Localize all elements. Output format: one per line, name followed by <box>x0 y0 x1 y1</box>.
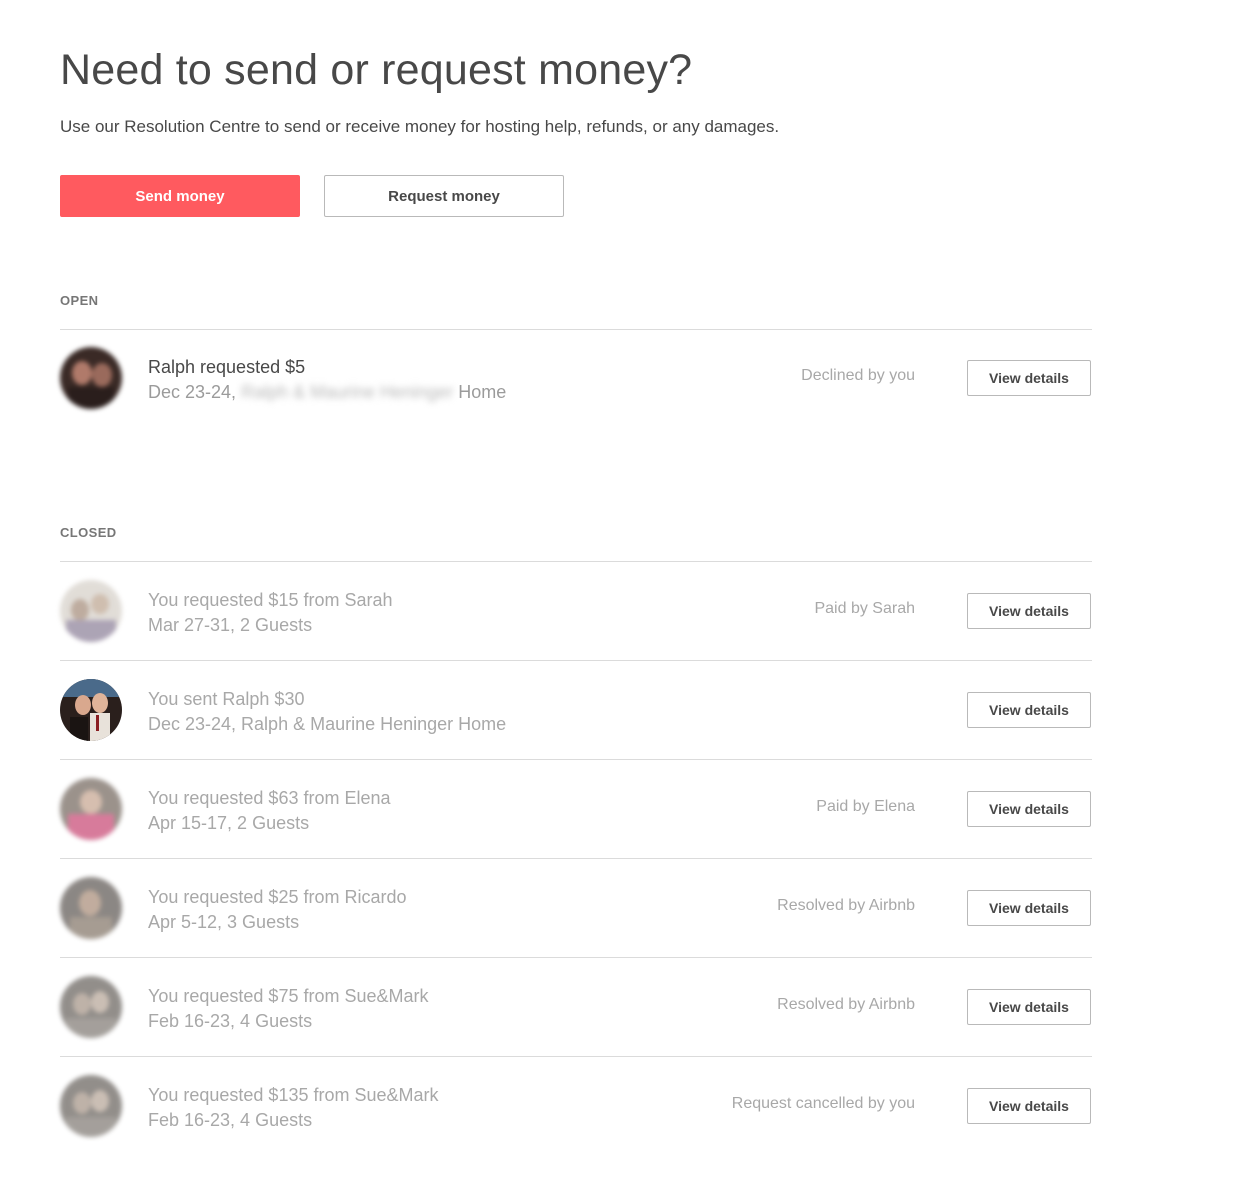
avatar <box>60 877 122 939</box>
row-text: You requested $135 from Sue&Mark Feb 16-… <box>148 1083 439 1132</box>
row-title: You requested $25 from Ricardo <box>148 887 407 907</box>
status-text: Declined by you <box>801 367 915 384</box>
row-text: You requested $75 from Sue&Mark Feb 16-2… <box>148 984 429 1033</box>
request-money-button[interactable]: Request money <box>324 175 564 217</box>
open-section-label: OPEN <box>60 293 99 308</box>
closed-request-row: You requested $63 from Elena Apr 15-17, … <box>60 760 1092 858</box>
row-text: You requested $15 from Sarah Mar 27-31, … <box>148 588 393 637</box>
status-text: Request cancelled by you <box>731 1095 915 1112</box>
status-text: Resolved by Airbnb <box>777 897 915 914</box>
row-subtitle: Apr 15-17, 2 Guests <box>148 813 310 833</box>
row-text: You sent Ralph $30 Dec 23-24, Ralph & Ma… <box>148 687 506 736</box>
row-subtitle: Feb 16-23, 4 Guests <box>148 1110 313 1130</box>
page-title: Need to send or request money? <box>60 46 693 94</box>
view-details-button[interactable]: View details <box>967 593 1091 629</box>
status-text: Paid by Elena <box>816 798 915 815</box>
row-text: You requested $63 from Elena Apr 15-17, … <box>148 786 391 835</box>
closed-request-row: You requested $135 from Sue&Mark Feb 16-… <box>60 1057 1092 1155</box>
view-details-button[interactable]: View details <box>967 692 1091 728</box>
avatar <box>60 778 122 840</box>
open-request-row: Ralph requested $5 Dec 23-24, Ralph & Ma… <box>60 329 1092 427</box>
closed-request-row: You requested $25 from Ricardo Apr 5-12,… <box>60 859 1092 957</box>
avatar <box>60 347 122 409</box>
avatar <box>60 976 122 1038</box>
row-title: Ralph requested $5 <box>148 357 306 377</box>
view-details-button[interactable]: View details <box>967 890 1091 926</box>
row-title: You requested $75 from Sue&Mark <box>148 986 429 1006</box>
send-money-button[interactable]: Send money <box>60 175 300 217</box>
closed-request-row: You sent Ralph $30 Dec 23-24, Ralph & Ma… <box>60 661 1092 759</box>
avatar <box>60 679 122 741</box>
listing-suffix: Home <box>458 382 507 402</box>
view-details-button[interactable]: View details <box>967 791 1091 827</box>
closed-request-row: You requested $75 from Sue&Mark Feb 16-2… <box>60 958 1092 1056</box>
row-dates: Dec 23-24, <box>148 382 237 402</box>
avatar <box>60 580 122 642</box>
view-details-button[interactable]: View details <box>967 1088 1091 1124</box>
row-subtitle: Feb 16-23, 4 Guests <box>148 1011 313 1031</box>
view-details-button[interactable]: View details <box>967 360 1091 396</box>
avatar <box>60 1075 122 1137</box>
view-details-button[interactable]: View details <box>967 989 1091 1025</box>
closed-section-label: CLOSED <box>60 525 117 540</box>
row-subtitle: Apr 5-12, 3 Guests <box>148 912 300 932</box>
status-text: Paid by Sarah <box>814 600 915 617</box>
closed-request-row: You requested $15 from Sarah Mar 27-31, … <box>60 562 1092 660</box>
row-title: You sent Ralph $30 <box>148 689 305 709</box>
row-subtitle: Dec 23-24, Ralph & Maurine Heninger Home <box>148 714 507 734</box>
row-title: You requested $15 from Sarah <box>148 590 393 610</box>
row-text: Ralph requested $5 Dec 23-24, Ralph & Ma… <box>148 355 506 404</box>
row-title: You requested $63 from Elena <box>148 788 391 808</box>
row-subtitle: Dec 23-24, Ralph & Maurine Heninger Home <box>148 380 506 404</box>
page-subtitle: Use our Resolution Centre to send or rec… <box>60 117 780 136</box>
row-text: You requested $25 from Ricardo Apr 5-12,… <box>148 885 407 934</box>
listing-name-redacted: Ralph & Maurine Heninger <box>241 382 454 402</box>
row-title: You requested $135 from Sue&Mark <box>148 1085 439 1105</box>
row-subtitle: Mar 27-31, 2 Guests <box>148 615 313 635</box>
status-text: Resolved by Airbnb <box>777 996 915 1013</box>
